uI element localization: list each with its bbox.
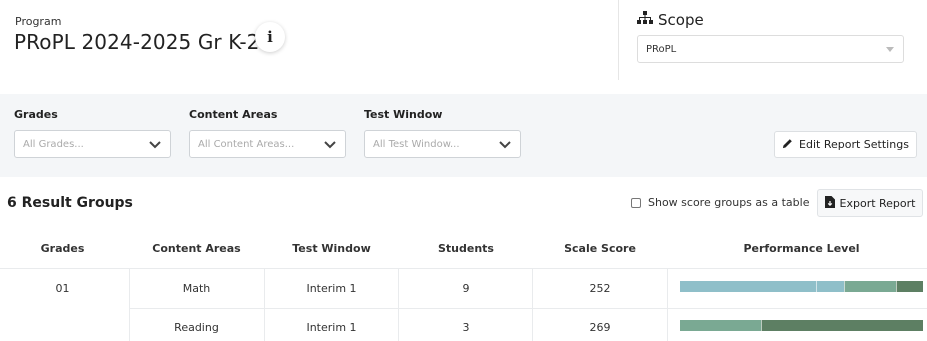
test-window-placeholder: All Test Window... [373,139,460,150]
pencil-icon [782,138,793,152]
grades-placeholder: All Grades... [23,139,84,150]
performance-segment[interactable] [680,281,817,292]
scope-select[interactable]: PRoPL [637,35,904,63]
score-table-toggle-label: Show score groups as a table [648,196,810,209]
chevron-down-icon [148,137,162,151]
column-header-test-window[interactable]: Test Window [264,242,399,258]
performance-level-bar[interactable] [680,281,923,292]
filter-bar: Grades All Grades... Content Areas All C… [0,94,927,177]
cell-grade: 01 [55,282,70,295]
score-table-toggle[interactable]: Show score groups as a table [631,196,809,209]
test-window-select[interactable]: All Test Window... [364,130,521,158]
cell-grade [0,321,125,337]
cell-content-area: Reading [174,321,219,334]
grades-label: Grades [14,108,58,121]
edit-report-settings-button[interactable]: Edit Report Settings [774,131,917,158]
grades-select[interactable]: All Grades... [14,130,171,158]
scope-selected-value: PRoPL [646,44,677,55]
sitemap-icon [637,11,653,29]
cell-test-window: Interim 1 [306,282,357,295]
file-export-icon [824,195,835,211]
table-divider [0,268,927,269]
header-divider [618,0,619,80]
caret-down-icon [886,47,894,52]
report-header: Program PRoPL 2024-2025 Gr K-2 i Scope P… [0,0,927,94]
cell-scale-score: 269 [589,321,611,334]
content-areas-placeholder: All Content Areas... [198,139,295,150]
score-table-checkbox[interactable] [631,197,641,208]
scope-label: Scope [658,11,704,29]
performance-segment[interactable] [896,281,923,292]
cell-content-area: Math [182,282,211,295]
performance-level-bar[interactable] [680,320,923,331]
performance-segment[interactable] [761,320,923,331]
column-header-performance-level[interactable]: Performance Level [676,242,927,258]
column-divider [667,268,668,341]
test-window-label: Test Window [364,108,443,121]
edit-report-settings-label: Edit Report Settings [799,138,909,151]
cell-test-window: Interim 1 [306,321,357,334]
program-title: PRoPL 2024-2025 Gr K-2 [14,30,260,54]
content-areas-label: Content Areas [189,108,278,121]
export-report-button[interactable]: Export Report [817,189,923,217]
column-header-content-areas[interactable]: Content Areas [129,242,264,258]
chevron-down-icon [323,137,337,151]
performance-segment[interactable] [844,281,897,292]
result-groups-title: 6 Result Groups [7,195,133,211]
chevron-down-icon [498,137,512,151]
info-icon[interactable]: i [255,22,285,52]
column-header-scale-score[interactable]: Scale Score [533,242,667,258]
column-header-students[interactable]: Students [399,242,533,258]
performance-segment[interactable] [816,281,845,292]
scope-heading: Scope [637,11,704,29]
cell-students: 9 [462,282,470,295]
table-divider [129,308,927,309]
content-areas-select[interactable]: All Content Areas... [189,130,346,158]
performance-segment[interactable] [680,320,762,331]
program-label: Program [15,15,62,28]
cell-students: 3 [462,321,470,334]
column-header-grades[interactable]: Grades [0,242,125,258]
info-glyph: i [267,28,273,46]
export-report-label: Export Report [839,196,916,210]
cell-scale-score: 252 [589,282,611,295]
